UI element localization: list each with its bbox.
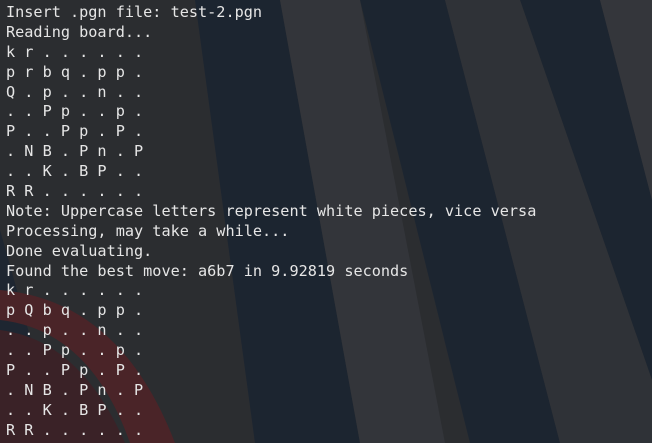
terminal-window[interactable]: Insert .pgn file: test-2.pgn Reading boar… <box>0 0 652 443</box>
board-row: k r . . . . . . <box>6 42 144 61</box>
board-row: p r b q . p p . <box>6 62 144 81</box>
board-row: . . K . B P . . <box>6 162 144 181</box>
board-row: . . P p . . p . <box>6 341 144 360</box>
board-row: . . p . . n . . <box>6 321 144 340</box>
board-row: R R . . . . . . <box>6 182 144 201</box>
board-row: . . P p . . p . <box>6 102 144 121</box>
board-row: Q . p . . n . . <box>6 82 144 101</box>
terminal-line: Found the best move: a6b7 in 9.92819 sec… <box>6 261 409 280</box>
board-row: . N B . P n . P <box>6 380 144 399</box>
board-row: . N B . P n . P <box>6 142 144 161</box>
terminal-line: Done evaluating. <box>6 241 153 260</box>
board-row: P . . P p . P . <box>6 122 144 141</box>
board-row: p Q b q . p p . <box>6 301 144 320</box>
terminal-line: Reading board... <box>6 22 153 41</box>
board-row: P . . P p . P . <box>6 361 144 380</box>
board-row: . . K . B P . . <box>6 400 144 419</box>
board-row: R R . . . . . . <box>6 420 144 439</box>
terminal-line: Processing, may take a while... <box>6 221 290 240</box>
terminal-output: Insert .pgn file: test-2.pgn Reading boar… <box>6 3 536 441</box>
terminal-line: Insert .pgn file: test-2.pgn <box>6 3 263 21</box>
board-row: k r . . . . . . <box>6 281 144 300</box>
terminal-line: Note: Uppercase letters represent white … <box>6 201 537 220</box>
